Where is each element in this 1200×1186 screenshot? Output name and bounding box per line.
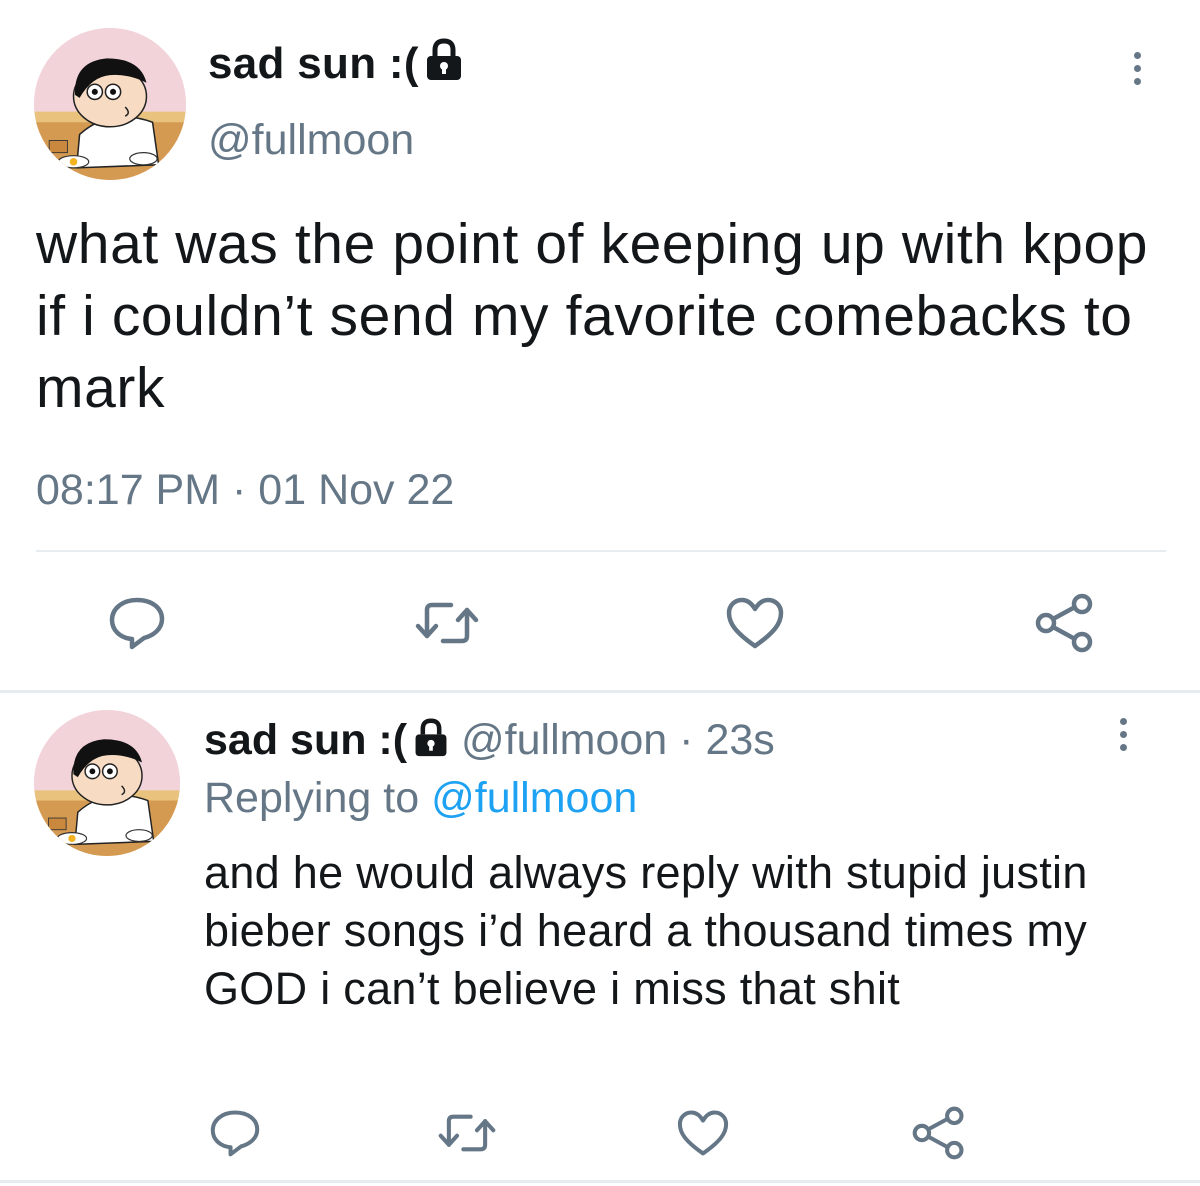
replying-mention-link[interactable]: @fullmoon [431, 774, 637, 822]
like-button[interactable] [720, 588, 790, 658]
section-divider [0, 690, 1200, 693]
reply-handle[interactable]: @fullmoon [461, 716, 667, 764]
share-button[interactable] [1030, 588, 1100, 658]
retweet-icon [415, 602, 479, 644]
reply-icon [210, 1110, 260, 1157]
retweet-button[interactable] [432, 1098, 502, 1168]
tweet-time: 08:17 PM [36, 466, 221, 514]
reply-button[interactable] [102, 588, 172, 658]
reply-avatar[interactable] [34, 710, 180, 856]
share-icon [1035, 593, 1093, 653]
reply-button[interactable] [200, 1098, 270, 1168]
reply-header: sad sun :( @fullmoon · 23s [204, 716, 775, 769]
display-name-text: sad sun :( [208, 39, 419, 88]
retweet-icon [438, 1114, 496, 1152]
avatar-image [34, 28, 186, 180]
like-icon [726, 597, 784, 649]
bottom-divider [0, 1180, 1200, 1183]
lock-icon [425, 38, 463, 93]
avatar-image [34, 710, 180, 856]
handle[interactable]: @fullmoon [208, 116, 414, 165]
reply-text: and he would always reply with stupid ju… [204, 847, 1088, 1014]
reply-separator: · [679, 716, 694, 764]
avatar[interactable] [34, 28, 186, 180]
replying-prefix: Replying to [204, 774, 420, 822]
tweet-text: what was the point of keeping up with kp… [36, 212, 1149, 420]
share-button[interactable] [904, 1098, 974, 1168]
divider [36, 550, 1166, 552]
like-icon [677, 1110, 729, 1156]
lock-icon [413, 718, 449, 769]
share-icon [912, 1106, 964, 1160]
like-button[interactable] [668, 1098, 738, 1168]
reply-age[interactable]: 23s [705, 716, 774, 764]
display-name[interactable]: sad sun :( [208, 38, 463, 93]
timestamp-separator: · [232, 466, 247, 514]
more-options-icon[interactable] [1124, 52, 1150, 94]
tweet-timestamp[interactable]: 08:17 PM · 01 Nov 22 [36, 466, 454, 515]
reply-icon [109, 597, 165, 650]
reply-more-options-icon[interactable] [1110, 718, 1136, 760]
tweet-date: 01 Nov 22 [258, 466, 455, 514]
reply-display-name[interactable]: sad sun :( [204, 716, 407, 764]
replying-to: Replying to @fullmoon [204, 774, 637, 823]
retweet-button[interactable] [412, 588, 482, 658]
